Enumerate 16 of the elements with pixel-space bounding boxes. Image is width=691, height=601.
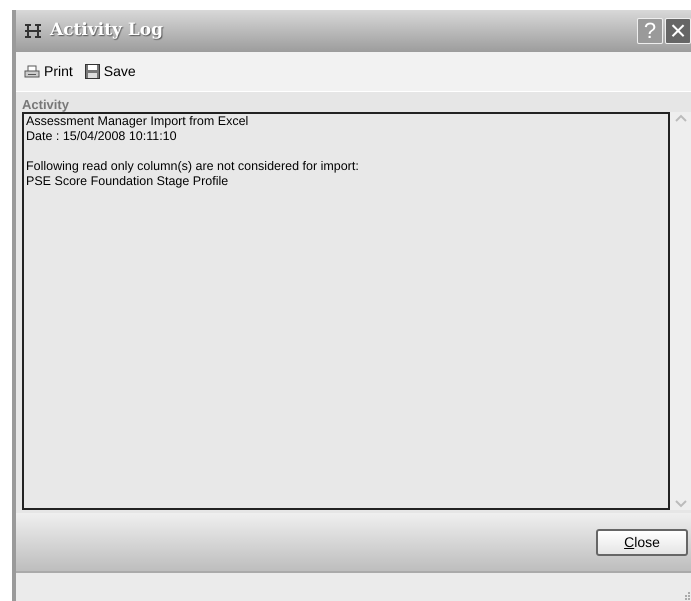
- close-window-button[interactable]: ×: [665, 18, 691, 44]
- close-button[interactable]: Close: [596, 528, 688, 556]
- save-button[interactable]: Save: [84, 61, 136, 82]
- resize-grip-icon[interactable]: [684, 592, 690, 600]
- print-button[interactable]: Print: [24, 61, 73, 82]
- log-line: Date : 15/04/2008 10:11:10: [26, 129, 178, 144]
- app-icon: [24, 23, 42, 39]
- activity-label: Activity: [22, 98, 70, 112]
- window-title: Activity Log: [50, 19, 164, 42]
- log-line: Following read only column(s) are not considered for import:: [26, 159, 360, 174]
- scrollbar[interactable]: [670, 112, 691, 510]
- log-line: Assessment Manager Import from Excel: [26, 114, 250, 129]
- log-line: PSE Score Foundation Stage Profile: [26, 174, 230, 189]
- printer-icon: [24, 64, 40, 78]
- scroll-up-icon[interactable]: [674, 112, 688, 124]
- scroll-down-icon[interactable]: [674, 498, 688, 510]
